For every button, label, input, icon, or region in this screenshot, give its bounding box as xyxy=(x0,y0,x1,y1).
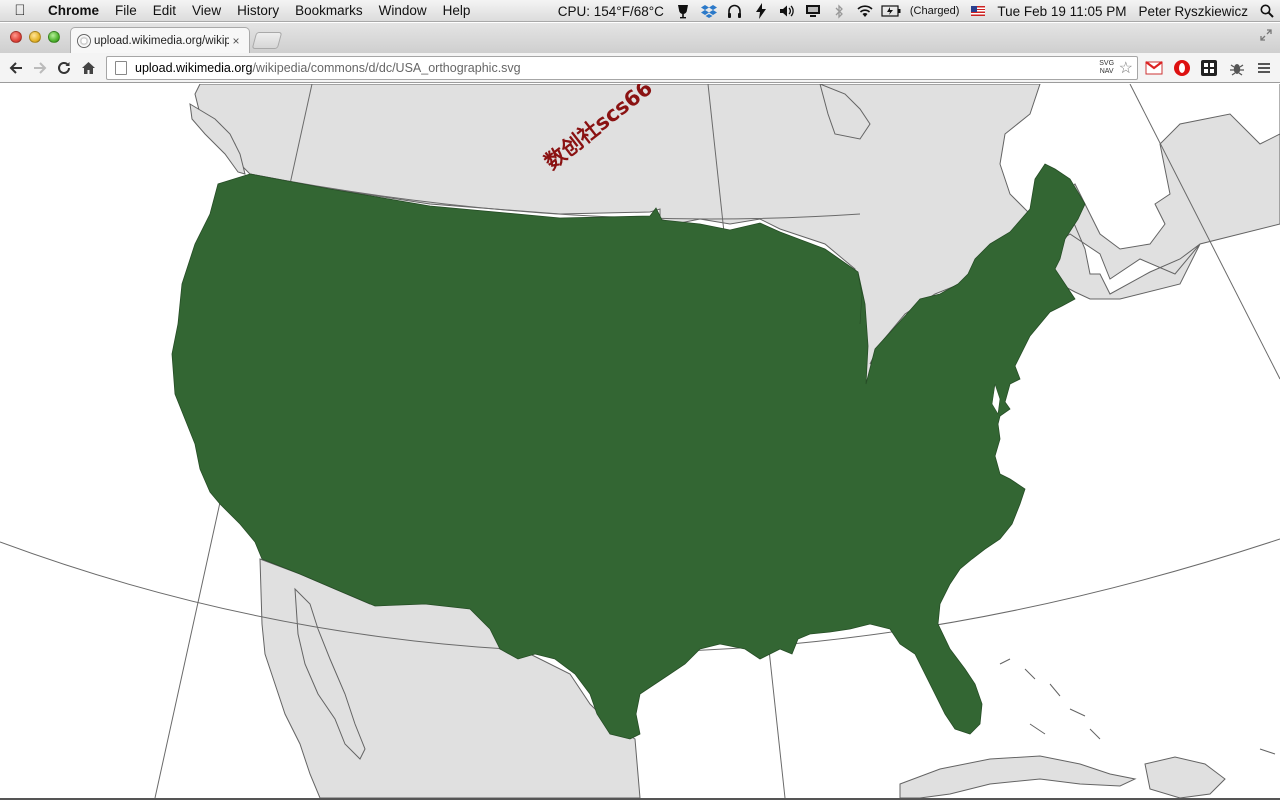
minimize-window-button[interactable] xyxy=(29,31,41,43)
spotlight-icon[interactable] xyxy=(1257,2,1277,20)
home-button[interactable] xyxy=(76,56,100,80)
menu-help[interactable]: Help xyxy=(435,3,479,18)
menu-window[interactable]: Window xyxy=(371,3,435,18)
headphones-icon[interactable] xyxy=(725,2,745,20)
us-flag-input-icon[interactable] xyxy=(968,2,988,20)
svg-map-viewport: 数创社scs66 xyxy=(0,84,1280,798)
menu-history[interactable]: History xyxy=(229,3,287,18)
battery-status[interactable]: (Charged) xyxy=(904,5,966,17)
apple-icon[interactable]:  xyxy=(0,2,40,19)
reload-button[interactable] xyxy=(52,56,76,80)
tab-close-icon[interactable]: × xyxy=(229,34,243,48)
forward-arrow-icon xyxy=(34,61,47,74)
clock[interactable]: Tue Feb 19 11:05 PM xyxy=(991,4,1132,19)
fullscreen-icon[interactable] xyxy=(1260,29,1272,44)
new-tab-button[interactable] xyxy=(251,32,283,49)
cpu-temperature-status[interactable]: CPU: 154°F/68°C xyxy=(552,4,670,19)
zoom-window-button[interactable] xyxy=(48,31,60,43)
menu-bookmarks[interactable]: Bookmarks xyxy=(287,3,371,18)
url-host: upload.wikimedia.org xyxy=(135,61,253,75)
bookmark-star-icon[interactable]: ☆ xyxy=(1119,58,1133,78)
gmail-extension-icon[interactable] xyxy=(1145,59,1163,77)
address-bar[interactable]: upload.wikimedia.org/wikipedia/commons/d… xyxy=(106,56,1138,80)
menu-file[interactable]: File xyxy=(107,3,145,18)
wine-glass-icon[interactable] xyxy=(673,2,693,20)
back-arrow-icon xyxy=(9,61,22,74)
back-button[interactable] xyxy=(4,56,28,80)
reload-icon xyxy=(58,61,70,74)
close-window-button[interactable] xyxy=(10,31,22,43)
page-icon xyxy=(115,61,127,75)
menu-edit[interactable]: Edit xyxy=(145,3,184,18)
usa-orthographic-map xyxy=(0,84,1280,798)
display-mirroring-icon[interactable] xyxy=(803,2,823,20)
tab-strip: upload.wikimedia.org/wikipe × xyxy=(0,23,1280,53)
battery-icon[interactable] xyxy=(881,2,901,20)
forward-button[interactable] xyxy=(28,56,52,80)
bug-extension-icon[interactable] xyxy=(1228,59,1246,77)
url-path: /wikipedia/commons/d/dc/USA_orthographic… xyxy=(252,61,521,75)
menu-view[interactable]: View xyxy=(184,3,229,18)
bluetooth-icon[interactable] xyxy=(829,2,849,20)
dropbox-icon[interactable] xyxy=(699,2,719,20)
opera-extension-icon[interactable] xyxy=(1173,59,1191,77)
cuba xyxy=(899,755,1137,798)
browser-toolbar: upload.wikimedia.org/wikipedia/commons/d… xyxy=(0,53,1280,83)
menu-bar:  Chrome File Edit View History Bookmark… xyxy=(0,0,1280,22)
tab-title: upload.wikimedia.org/wikipe xyxy=(94,34,229,47)
svg-navigator-extension-icon[interactable]: SVG NAV xyxy=(1097,60,1117,76)
flux-icon[interactable] xyxy=(751,2,771,20)
chrome-menu-icon[interactable] xyxy=(1255,59,1273,77)
home-icon xyxy=(81,61,95,74)
menu-app-chrome[interactable]: Chrome xyxy=(40,3,107,18)
url-text[interactable]: upload.wikimedia.org/wikipedia/commons/d… xyxy=(135,61,1097,75)
bahamas xyxy=(999,658,1276,755)
grid-extension-icon[interactable] xyxy=(1200,59,1218,77)
tab-active[interactable]: upload.wikimedia.org/wikipe × xyxy=(70,27,250,53)
user-name[interactable]: Peter Ryszkiewicz xyxy=(1132,4,1254,19)
wifi-icon[interactable] xyxy=(855,2,875,20)
hispaniola xyxy=(1144,756,1226,798)
volume-icon[interactable] xyxy=(777,2,797,20)
wikimedia-favicon-icon xyxy=(77,33,91,48)
